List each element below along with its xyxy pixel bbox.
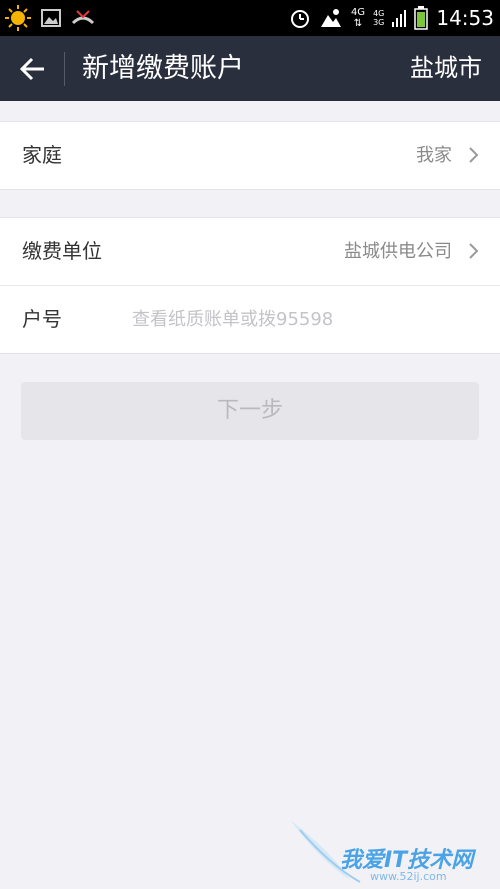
family-group: 家庭 我家: [0, 121, 500, 190]
page-title: 新增缴费账户: [82, 53, 244, 84]
signal-bars-icon: [392, 10, 407, 27]
signal-label-2: 3G: [373, 18, 385, 27]
watermark-url: www.52ij.com: [370, 870, 447, 883]
weather-icon: [320, 9, 341, 27]
missed-call-icon: [71, 10, 95, 25]
network-4g-indicator: 4G ⇅: [351, 7, 365, 29]
gallery-icon: [41, 9, 61, 27]
chevron-right-icon: [469, 243, 479, 259]
next-step-button[interactable]: 下一步: [21, 382, 479, 440]
account-number-input[interactable]: 查看纸质账单或拨95598: [132, 286, 333, 353]
payment-unit-row[interactable]: 缴费单位 盐城供电公司: [0, 218, 500, 285]
clock: 14:53: [436, 6, 494, 30]
data-arrows-icon: ⇅: [353, 18, 363, 29]
family-value: 我家: [416, 145, 452, 166]
account-number-label: 户号: [22, 307, 62, 331]
payment-unit-value: 盐城供电公司: [344, 241, 452, 262]
signal-label-1: 4G: [373, 9, 385, 18]
app-bar: 新增缴费账户 盐城市: [0, 36, 500, 101]
city-selector[interactable]: 盐城市: [410, 36, 482, 101]
family-label: 家庭: [22, 143, 62, 167]
system-icons: 4G ⇅ 4G 3G 14:53: [289, 0, 494, 36]
chevron-right-icon: [469, 147, 479, 163]
header-divider: [64, 52, 65, 86]
back-arrow-icon[interactable]: [18, 54, 48, 84]
alarm-icon: [290, 10, 309, 28]
signal-indicator: 4G 3G: [373, 9, 384, 27]
status-bar: 4G ⇅ 4G 3G 14:53: [0, 0, 500, 36]
battery-icon: [414, 6, 429, 30]
network-type-label: 4G: [350, 7, 366, 18]
family-row[interactable]: 家庭 我家: [0, 122, 500, 189]
payment-group: 缴费单位 盐城供电公司 户号 查看纸质账单或拨95598: [0, 217, 500, 354]
notification-icons: [4, 4, 96, 32]
weather-sun-icon: [5, 5, 31, 31]
account-number-row[interactable]: 户号 查看纸质账单或拨95598: [0, 285, 500, 353]
payment-unit-label: 缴费单位: [22, 239, 102, 263]
